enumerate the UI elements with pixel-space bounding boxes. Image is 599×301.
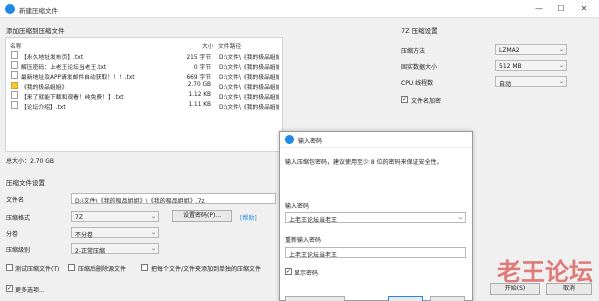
filename-field[interactable]: D:\文件\《我的极品姐姐》\《我的极品姐姐》.7z (71, 193, 276, 204)
file-row[interactable]: 《我的极品姐姐》2.70 GBD:\文件\《我的极品姐姐》\《我的极品姐姐》 (7, 80, 281, 91)
title-bar: 新建压缩文件 — ☐ ✕ (0, 0, 599, 18)
method-select[interactable]: LZMA2 ⌄ (495, 44, 567, 55)
filename-label: 文件名 (6, 197, 25, 204)
app-icon (285, 135, 294, 144)
chevron-down-icon: ⌄ (150, 245, 156, 252)
help-link[interactable]: [帮助] (240, 213, 257, 222)
files-section-title: 添加压缩到压缩文件 (6, 27, 65, 35)
file-row[interactable]: 最新地址及APP请发邮件自动获取！！！.txt 669 字节 D:\文件\《我的极品… (7, 70, 281, 81)
threads-value: 自动 (499, 81, 512, 88)
file-icon (11, 91, 18, 99)
app-icon (5, 4, 15, 14)
dialog-prompt: 输入压缩包密码，建议使用至少 8 位的密码来保证安全性。 (285, 159, 443, 166)
file-size: 1.11 KB (188, 102, 211, 108)
archive-settings-title: 压缩文件设置 (6, 179, 45, 187)
file-icon (11, 71, 18, 79)
file-icon (11, 51, 18, 59)
level-label: 压缩级别 (6, 247, 31, 254)
encrypt-names-checkbox[interactable]: ✓ (401, 96, 408, 103)
set-password-button[interactable]: 设置密码(P)... (172, 210, 232, 222)
more-options-checkbox[interactable]: ✓ (6, 285, 13, 292)
column-size-header[interactable]: 大小 (202, 41, 214, 50)
password-label: 输入密码 (285, 203, 310, 210)
chevron-down-icon: ⌄ (150, 229, 156, 236)
threads-label: CPU 线程数 (401, 80, 434, 87)
close-button[interactable]: ✕ (578, 3, 590, 15)
column-name-header[interactable]: 名称 (10, 41, 22, 50)
file-row[interactable]: 【论坛介绍】.txt 1.11 KB D:\文件\《我的极品姐姐》\【论坛介绍】.t… (7, 100, 281, 111)
delete-after-checkbox[interactable] (68, 264, 75, 271)
chevron-down-icon: ⌄ (558, 46, 564, 53)
dict-select[interactable]: 512 MB ⌄ (495, 60, 567, 71)
volume-label: 分卷 (6, 231, 19, 238)
test-archive-label: 测试压缩文件(T) (15, 266, 60, 273)
file-row[interactable]: 【来了就能下载和观看！纯免费！】.txt 1.12 KB D:\文件\《我的极品姐姐… (7, 90, 281, 101)
password-value: 上老王论坛当老王 (289, 217, 338, 224)
show-password-checkbox[interactable]: ✓ (285, 268, 292, 275)
password-input[interactable]: 上老王论坛当老王 ⌄ (285, 212, 466, 224)
file-name: 【论坛介绍】.txt (21, 105, 66, 111)
chevron-down-icon: ⌄ (558, 78, 564, 85)
file-row[interactable]: 【永久地址发布页】.txt215 字节D:\文件\《我的极品姐姐》\【永久地址发… (7, 50, 281, 61)
file-size: 2.70 GB (187, 82, 211, 88)
dialog-cancel-button[interactable] (430, 296, 465, 301)
file-path: D:\文件\《我的极品姐姐》\【论坛介绍】.txt (219, 105, 279, 111)
file-size: 1.12 KB (188, 92, 211, 98)
chevron-down-icon: ⌄ (457, 214, 463, 221)
level-select[interactable]: 2-正常压缩 ⌄ (71, 243, 159, 255)
dialog-confirm-button[interactable] (388, 296, 423, 301)
test-archive-checkbox[interactable] (6, 264, 13, 271)
dict-label: 固实数据大小 (401, 64, 438, 71)
dialog-ok-button[interactable] (285, 296, 345, 301)
folder-icon (11, 82, 18, 89)
dialog-title: 输入密码 (298, 138, 323, 145)
window-title: 新建压缩文件 (19, 7, 58, 15)
encrypt-names-label: 文件名加密 (411, 98, 442, 105)
dialog-title-bar: 输入密码 (280, 132, 472, 148)
method-label: 压缩方法 (401, 48, 426, 55)
sevenz-settings-title: 7Z 压缩设置 (401, 27, 438, 35)
volume-select[interactable]: 不分卷 ⌄ (71, 227, 159, 239)
delete-after-label: 压缩后删除源文件 (78, 266, 127, 273)
separate-each-label: 把每个文件/文件夹添加到单独的压缩文件 (151, 266, 262, 273)
format-value: 7Z (75, 214, 83, 221)
reenter-label: 重新输入密码 (285, 237, 322, 244)
chevron-down-icon: ⌄ (150, 213, 156, 220)
format-select[interactable]: 7Z ⌄ (71, 211, 159, 222)
file-list[interactable]: 名称 大小 文件路径 【永久地址发布页】.txt 215 字节 D:\文件\《我的极… (5, 37, 283, 152)
file-icon (11, 61, 18, 69)
file-row[interactable]: 解压密码：上老王论坛当老王.txt0 字节D:\文件\《我的极品姐姐》\解压密码… (7, 60, 281, 71)
maximize-button[interactable]: ☐ (555, 3, 567, 15)
separate-each-checkbox[interactable] (141, 264, 148, 271)
minimize-button[interactable]: — (533, 3, 545, 15)
more-options-label: 更多选项... (15, 287, 45, 294)
level-value: 2-正常压缩 (75, 248, 105, 255)
chevron-down-icon: ⌄ (558, 62, 564, 69)
total-size: 总大小：2.70 GB (6, 158, 55, 165)
watermark-text: 老王论坛 (497, 258, 593, 286)
dict-value: 512 MB (499, 63, 522, 70)
volume-value: 不分卷 (75, 232, 94, 239)
threads-select[interactable]: 自动 ⌄ (495, 76, 567, 88)
password-dialog: 输入密码 输入压缩包密码，建议使用至少 8 位的密码来保证安全性。 输入密码 上… (279, 131, 473, 301)
method-value: LZMA2 (499, 47, 520, 54)
column-path-header[interactable]: 文件路径 (218, 41, 241, 50)
file-icon (11, 101, 18, 109)
show-password-label: 显示密码 (294, 270, 319, 277)
reenter-password-input[interactable]: 上老王论坛当老王 (285, 247, 466, 258)
format-label: 压缩格式 (6, 215, 31, 222)
